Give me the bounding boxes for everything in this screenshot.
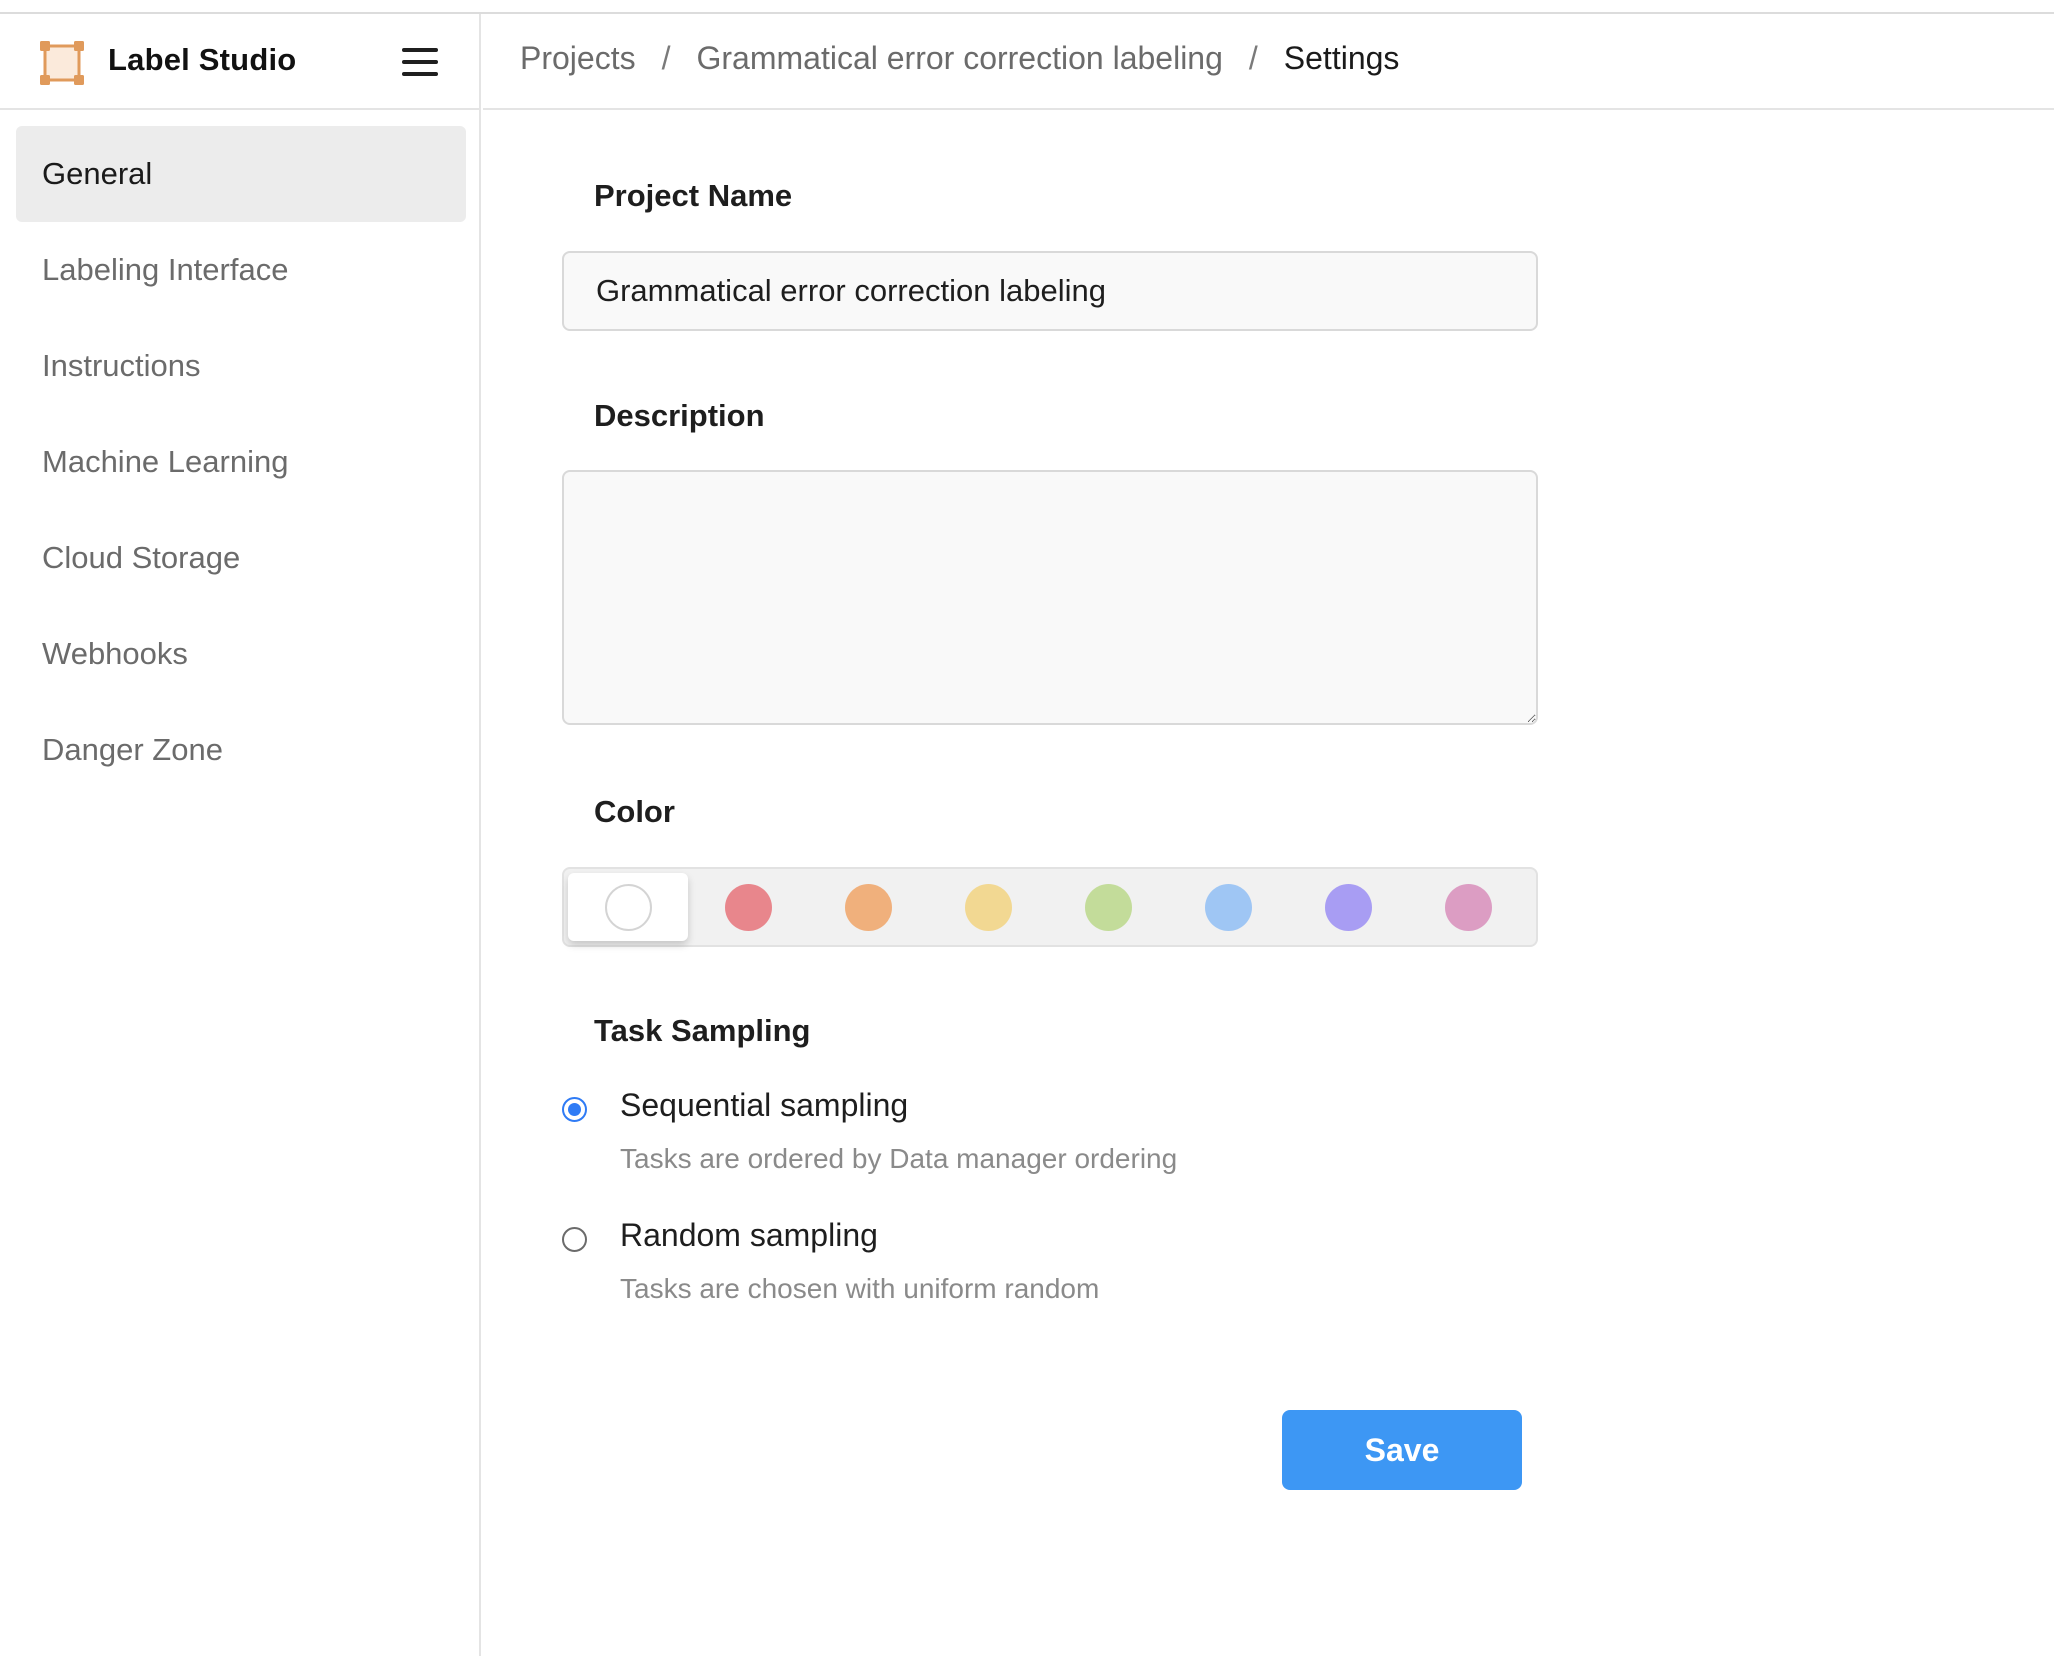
breadcrumb: Projects / Grammatical error correction … <box>520 40 1399 77</box>
sidebar-item-labeling-interface[interactable]: Labeling Interface <box>16 222 466 318</box>
save-button[interactable]: Save <box>1282 1410 1522 1490</box>
color-swatch-blue[interactable] <box>1168 873 1288 941</box>
random-sampling-title[interactable]: Random sampling <box>620 1217 878 1254</box>
task-sampling-label: Task Sampling <box>594 1013 811 1048</box>
random-sampling-description: Tasks are chosen with uniform random <box>620 1273 1100 1304</box>
sequential-sampling-description: Tasks are ordered by Data manager orderi… <box>620 1143 1178 1174</box>
sidebar-item-danger-zone[interactable]: Danger Zone <box>16 702 466 798</box>
header: Projects / Grammatical error correction … <box>483 14 2054 110</box>
project-name-input[interactable] <box>562 251 1538 331</box>
breadcrumb-separator: / <box>1248 40 1258 76</box>
breadcrumb-project[interactable]: Grammatical error correction labeling <box>696 40 1222 77</box>
sequential-sampling-title[interactable]: Sequential sampling <box>620 1087 908 1124</box>
sequential-sampling-radio[interactable] <box>562 1097 587 1122</box>
project-name-label: Project Name <box>594 178 793 213</box>
hamburger-menu-icon[interactable] <box>400 46 440 78</box>
label-studio-logo-icon[interactable] <box>40 41 84 85</box>
window-top-border <box>0 0 2054 14</box>
sidebar-item-machine-learning[interactable]: Machine Learning <box>16 414 466 510</box>
breadcrumb-projects[interactable]: Projects <box>520 40 636 77</box>
random-sampling-radio[interactable] <box>562 1227 587 1252</box>
color-picker <box>562 867 1538 947</box>
brand-bar: Label Studio <box>0 14 479 110</box>
color-dot <box>1325 884 1372 931</box>
description-textarea[interactable] <box>562 470 1538 725</box>
color-swatch-red[interactable] <box>688 873 808 941</box>
sidebar-item-instructions[interactable]: Instructions <box>16 318 466 414</box>
sidebar-item-webhooks[interactable]: Webhooks <box>16 606 466 702</box>
color-dot <box>965 884 1012 931</box>
color-dot <box>605 884 652 931</box>
description-label: Description <box>594 398 765 433</box>
color-swatch-white[interactable] <box>568 873 688 941</box>
color-swatch-purple[interactable] <box>1288 873 1408 941</box>
app-title[interactable]: Label Studio <box>108 42 296 78</box>
sidebar-item-cloud-storage[interactable]: Cloud Storage <box>16 510 466 606</box>
menu-line <box>402 48 438 52</box>
color-swatch-yellow[interactable] <box>928 873 1048 941</box>
color-swatch-green[interactable] <box>1048 873 1168 941</box>
breadcrumb-settings: Settings <box>1283 40 1400 76</box>
color-label: Color <box>594 794 675 829</box>
menu-line <box>402 72 438 76</box>
color-dot <box>1445 884 1492 931</box>
color-dot <box>1205 884 1252 931</box>
color-swatch-pink[interactable] <box>1408 873 1528 941</box>
color-dot <box>845 884 892 931</box>
color-dot <box>725 884 772 931</box>
breadcrumb-separator: / <box>661 40 671 76</box>
color-dot <box>1085 884 1132 931</box>
menu-line <box>402 60 438 64</box>
sidebar: Label Studio General Labeling Interface … <box>0 14 481 1656</box>
settings-form: Project Name Description Color Task Samp… <box>483 112 2054 1656</box>
sidebar-item-general[interactable]: General <box>16 126 466 222</box>
settings-nav: General Labeling Interface Instructions … <box>16 126 466 798</box>
color-swatch-orange[interactable] <box>808 873 928 941</box>
